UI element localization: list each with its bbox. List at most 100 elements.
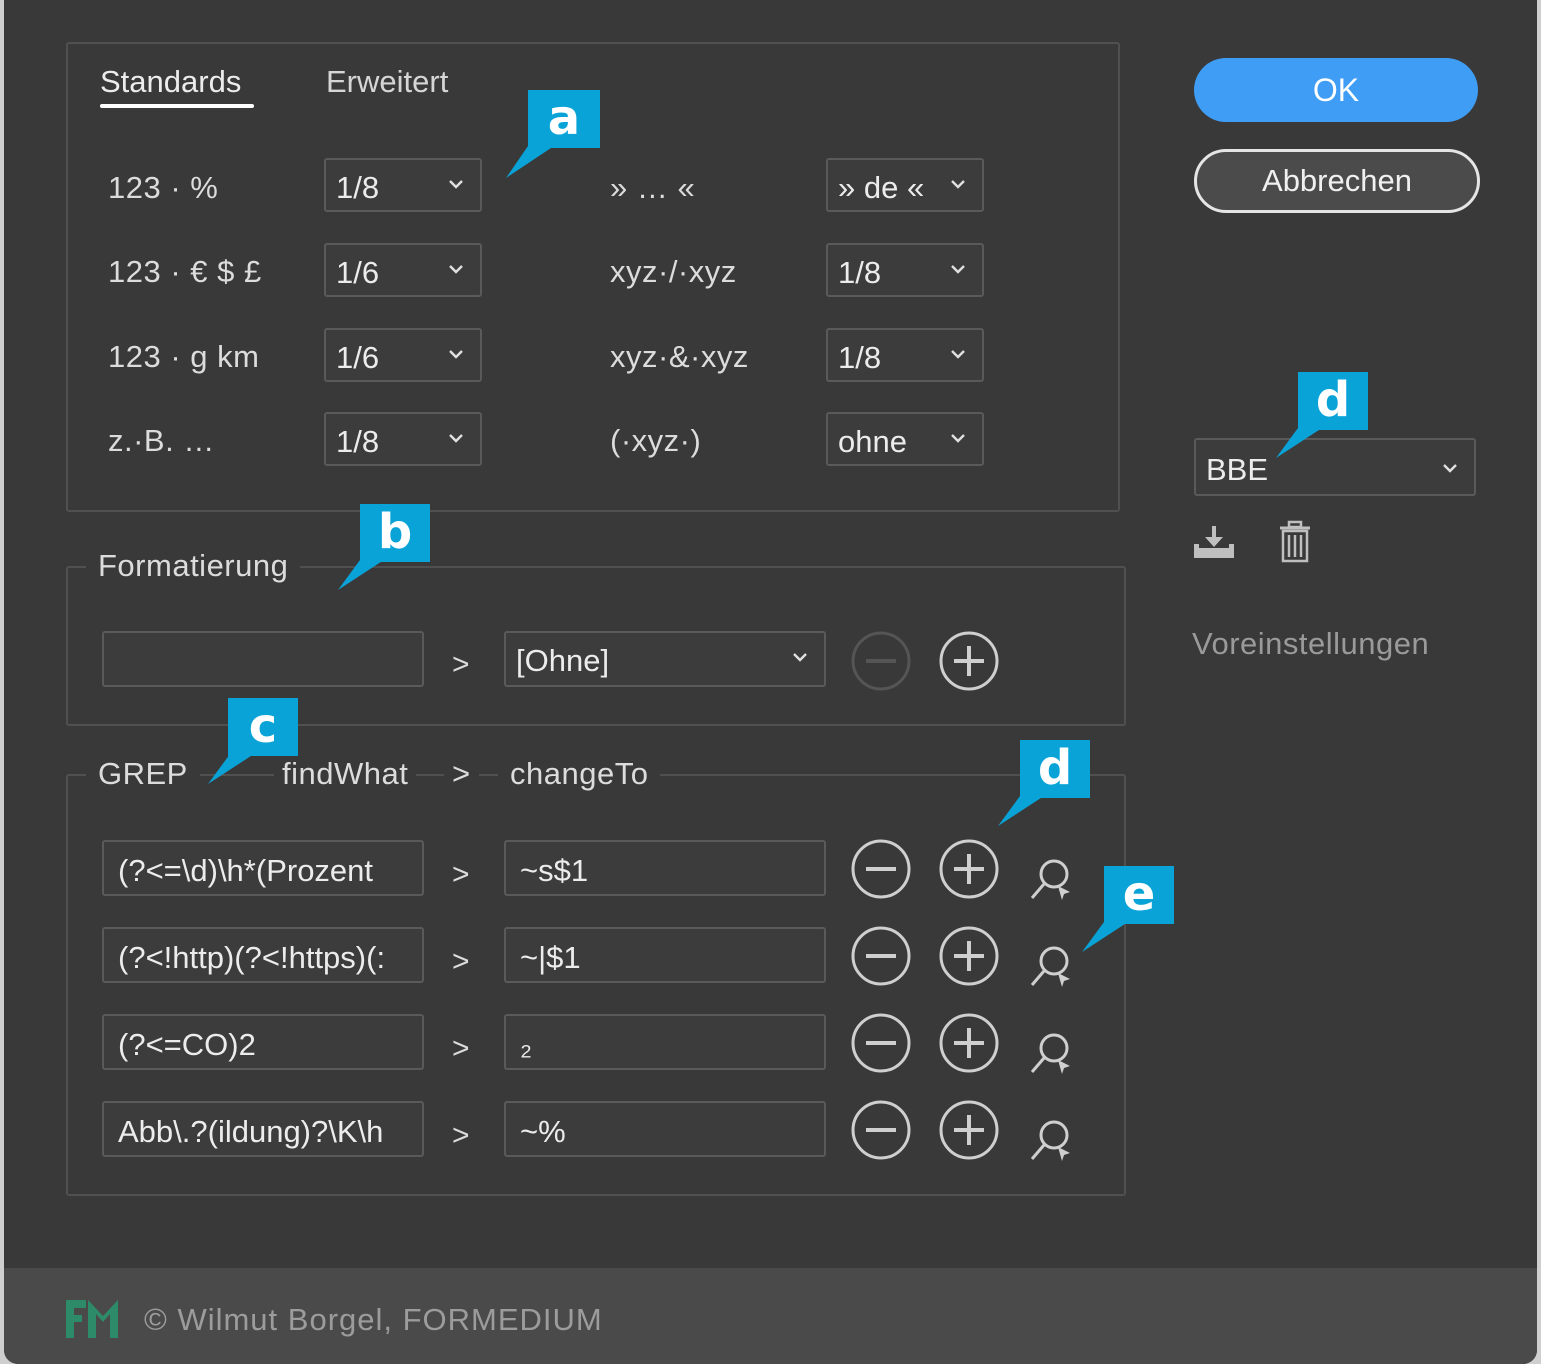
label-quotes: » … «: [610, 170, 696, 205]
formedium-logo-icon: [66, 1300, 118, 1338]
badge-c-tail: [208, 754, 254, 784]
input-value: ~s$1: [520, 853, 589, 888]
chevron-down-icon: [449, 350, 463, 359]
label-parentheses: (·xyz·): [610, 423, 702, 458]
trash-icon[interactable]: [1278, 520, 1312, 564]
chevron-down-icon: [793, 653, 807, 662]
search-icon[interactable]: [1028, 856, 1074, 904]
select-slash-spacing[interactable]: 1/8: [826, 243, 984, 297]
input-value: ~%: [520, 1114, 566, 1149]
badge-a-tail: [506, 146, 554, 178]
badge-d-grep: d: [1020, 740, 1090, 798]
formatierung-input[interactable]: [102, 631, 424, 687]
remove-rule-button[interactable]: [850, 1099, 912, 1161]
grep-find-input[interactable]: (?<=\d)\h*(Prozent: [102, 840, 424, 896]
cancel-button[interactable]: Abbrechen: [1194, 149, 1480, 213]
tab-standards[interactable]: Standards: [100, 64, 241, 100]
save-preset-icon[interactable]: [1192, 522, 1236, 562]
label-percent: 123 · %: [108, 170, 219, 205]
add-format-button[interactable]: [938, 630, 1000, 692]
chevron-down-icon: [951, 434, 965, 443]
grep-title: GREP: [86, 756, 200, 792]
select-value: [Ohne]: [516, 643, 610, 678]
select-paragraph-style[interactable]: [Ohne]: [504, 631, 826, 687]
badge-d-preset-tail: [1276, 428, 1322, 458]
label-units: 123 · g km: [108, 339, 260, 374]
label-ampersand: xyz·&·xyz: [610, 339, 749, 374]
label-slash: xyz·/·xyz: [610, 254, 737, 289]
input-value: (?<=CO)2: [118, 1027, 256, 1062]
chevron-down-icon: [951, 265, 965, 274]
select-abbreviation-spacing[interactable]: 1/8: [324, 412, 482, 466]
label-currency: 123 · € $ £: [108, 254, 262, 289]
select-value: BBE: [1206, 452, 1269, 487]
preset-select[interactable]: BBE: [1194, 438, 1476, 496]
grep-change-input[interactable]: ₂: [504, 1014, 826, 1070]
footer-copyright: © Wilmut Borgel, FORMEDIUM: [144, 1302, 603, 1337]
search-icon[interactable]: [1028, 1030, 1074, 1078]
separator: >: [452, 858, 470, 891]
separator: >: [452, 945, 470, 978]
chevron-down-icon: [951, 350, 965, 359]
grep-col-findwhat: findWhat: [274, 756, 417, 792]
select-parentheses-spacing[interactable]: ohne: [826, 412, 984, 466]
separator: >: [452, 648, 470, 681]
grep-change-input[interactable]: ~|$1: [504, 927, 826, 983]
select-value: 1/8: [838, 340, 882, 375]
select-value: 1/8: [838, 255, 882, 290]
select-percent-spacing[interactable]: 1/8: [324, 158, 482, 212]
select-value: 1/6: [336, 340, 380, 375]
add-rule-button[interactable]: [938, 838, 1000, 900]
badge-c: c: [228, 698, 298, 756]
select-value: ohne: [838, 424, 907, 459]
chevron-down-icon: [449, 180, 463, 189]
input-value: (?<!http)(?<!https)(:: [118, 940, 386, 975]
select-value: 1/8: [336, 170, 380, 205]
grep-find-input[interactable]: (?<!http)(?<!https)(:: [102, 927, 424, 983]
select-value: 1/6: [336, 255, 380, 290]
search-icon[interactable]: [1028, 943, 1074, 991]
select-units-spacing[interactable]: 1/6: [324, 328, 482, 382]
grep-col-changeto: changeTo: [498, 756, 661, 792]
remove-rule-button[interactable]: [850, 925, 912, 987]
badge-b-tail: [338, 560, 384, 590]
grep-col-separator: >: [444, 756, 479, 792]
grep-change-input[interactable]: ~%: [504, 1101, 826, 1157]
minus-circle-icon-disabled: [851, 631, 911, 691]
ok-button[interactable]: OK: [1194, 58, 1478, 122]
badge-d-grep-tail: [998, 796, 1044, 826]
grep-find-input[interactable]: (?<=CO)2: [102, 1014, 424, 1070]
tab-erweitert[interactable]: Erweitert: [326, 64, 448, 100]
select-value: 1/8: [336, 424, 380, 459]
input-value: ₂: [520, 1027, 533, 1062]
search-icon[interactable]: [1028, 1117, 1074, 1165]
add-rule-button[interactable]: [938, 1099, 1000, 1161]
chevron-down-icon: [951, 180, 965, 189]
chevron-down-icon: [449, 434, 463, 443]
footer: © Wilmut Borgel, FORMEDIUM: [4, 1268, 1537, 1364]
remove-rule-button[interactable]: [850, 1012, 912, 1074]
separator: >: [452, 1119, 470, 1152]
select-quotes[interactable]: » de «: [826, 158, 984, 212]
label-abbreviation: z.·B. …: [108, 423, 215, 458]
tab-standards-underline: [100, 104, 254, 108]
formatierung-title: Formatierung: [86, 548, 301, 584]
dialog: Standards Erweitert 123 · % 1/8 123 · € …: [4, 0, 1537, 1364]
input-value: Abb\.?(ildung)?\K\h: [118, 1114, 384, 1149]
input-value: (?<=\d)\h*(Prozent: [118, 853, 374, 888]
select-currency-spacing[interactable]: 1/6: [324, 243, 482, 297]
add-rule-button[interactable]: [938, 925, 1000, 987]
grep-change-input[interactable]: ~s$1: [504, 840, 826, 896]
select-value: » de «: [838, 170, 925, 205]
add-rule-button[interactable]: [938, 1012, 1000, 1074]
remove-rule-button[interactable]: [850, 838, 912, 900]
select-ampersand-spacing[interactable]: 1/8: [826, 328, 984, 382]
input-value: ~|$1: [520, 940, 581, 975]
separator: >: [452, 1032, 470, 1065]
badge-e: e: [1104, 866, 1174, 924]
chevron-down-icon: [1443, 464, 1457, 473]
presets-label: Voreinstellungen: [1192, 626, 1430, 661]
badge-b: b: [360, 504, 430, 562]
grep-find-input[interactable]: Abb\.?(ildung)?\K\h: [102, 1101, 424, 1157]
badge-e-tail: [1082, 922, 1128, 952]
